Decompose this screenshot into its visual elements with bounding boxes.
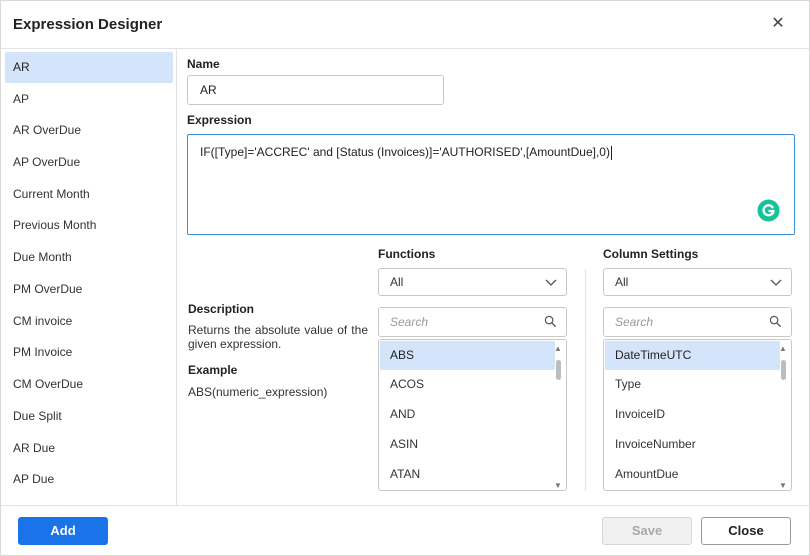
search-icon: [544, 315, 557, 328]
sidebar-item-pm-overdue[interactable]: PM OverDue: [5, 274, 173, 305]
close-icon[interactable]: ✕: [769, 15, 787, 33]
sidebar-item-ap[interactable]: AP: [5, 84, 173, 115]
sidebar-item-pm-invoice[interactable]: PM Invoice: [5, 337, 173, 368]
search-icon: [769, 315, 782, 328]
chevron-down-icon: [545, 279, 557, 286]
column-settings-label: Column Settings: [603, 247, 699, 261]
function-item-asin[interactable]: ASIN: [380, 430, 555, 459]
function-item-abs[interactable]: ABS: [380, 341, 555, 370]
sidebar-item-current-month[interactable]: Current Month: [5, 179, 173, 210]
sidebar-item-ap-overdue[interactable]: AP OverDue: [5, 147, 173, 178]
name-input[interactable]: AR: [187, 75, 444, 105]
example-title: Example: [188, 363, 238, 377]
sidebar-item-ar-due[interactable]: AR Due: [5, 433, 173, 464]
save-button[interactable]: Save: [602, 517, 692, 545]
sidebar-item-cm-invoice[interactable]: CM invoice: [5, 306, 173, 337]
scroll-down-arrow-icon[interactable]: ▼: [779, 482, 787, 490]
scroll-up-arrow-icon[interactable]: ▲: [779, 345, 787, 353]
expression-list-sidebar: AR AP AR OverDue AP OverDue Current Mont…: [1, 49, 177, 505]
sidebar-item-ap-due[interactable]: AP Due: [5, 464, 173, 495]
columns-search-placeholder: Search: [615, 315, 654, 329]
columns-search-input[interactable]: Search: [603, 307, 792, 337]
dialog-header: Expression Designer ✕: [1, 1, 809, 49]
columns-category-dropdown[interactable]: All: [603, 268, 792, 296]
dialog-footer: Add Save Close: [1, 505, 809, 555]
columns-scrollbar-thumb[interactable]: [781, 360, 786, 380]
description-text: Returns the absolute value of the given …: [188, 323, 368, 351]
sidebar-item-ar[interactable]: AR: [5, 52, 173, 83]
scroll-up-arrow-icon[interactable]: ▲: [554, 345, 562, 353]
description-title: Description: [188, 302, 255, 316]
column-divider: [585, 269, 586, 491]
functions-label: Functions: [378, 247, 436, 261]
functions-category-dropdown[interactable]: All: [378, 268, 567, 296]
chevron-down-icon: [770, 279, 782, 286]
expression-label: Expression: [187, 113, 252, 127]
columns-list[interactable]: DateTimeUTC Type InvoiceID InvoiceNumber…: [603, 339, 792, 491]
function-item-and[interactable]: AND: [380, 400, 555, 429]
column-item-datetimeutc[interactable]: DateTimeUTC: [605, 341, 780, 370]
functions-scrollbar-thumb[interactable]: [556, 360, 561, 380]
expression-text: IF([Type]='ACCREC' and [Status (Invoices…: [200, 145, 610, 159]
sidebar-item-ar-overdue[interactable]: AR OverDue: [5, 115, 173, 146]
column-item-invoicenumber[interactable]: InvoiceNumber: [605, 430, 780, 459]
name-label: Name: [187, 57, 220, 71]
grammarly-icon[interactable]: [757, 199, 780, 222]
functions-list[interactable]: ABS ACOS AND ASIN ATAN ▲ ▼: [378, 339, 567, 491]
functions-search-input[interactable]: Search: [378, 307, 567, 337]
columns-dropdown-value: All: [615, 275, 629, 289]
add-button[interactable]: Add: [18, 517, 108, 545]
sidebar-item-previous-month[interactable]: Previous Month: [5, 210, 173, 241]
column-item-amountdue[interactable]: AmountDue: [605, 460, 780, 489]
close-button[interactable]: Close: [701, 517, 791, 545]
functions-search-placeholder: Search: [390, 315, 429, 329]
column-item-type[interactable]: Type: [605, 370, 780, 399]
function-item-acos[interactable]: ACOS: [380, 370, 555, 399]
dialog-title: Expression Designer: [13, 16, 163, 33]
column-item-invoiceid[interactable]: InvoiceID: [605, 400, 780, 429]
sidebar-item-due-month[interactable]: Due Month: [5, 242, 173, 273]
sidebar-item-cm-overdue[interactable]: CM OverDue: [5, 369, 173, 400]
text-caret: [610, 145, 612, 160]
function-item-atan[interactable]: ATAN: [380, 460, 555, 489]
sidebar-item-due-split[interactable]: Due Split: [5, 401, 173, 432]
functions-dropdown-value: All: [390, 275, 404, 289]
expression-editor[interactable]: IF([Type]='ACCREC' and [Status (Invoices…: [187, 134, 795, 235]
expression-designer-dialog: Expression Designer ✕ AR AP AR OverDue A…: [0, 0, 810, 556]
scroll-down-arrow-icon[interactable]: ▼: [554, 482, 562, 490]
example-text: ABS(numeric_expression): [188, 385, 328, 399]
